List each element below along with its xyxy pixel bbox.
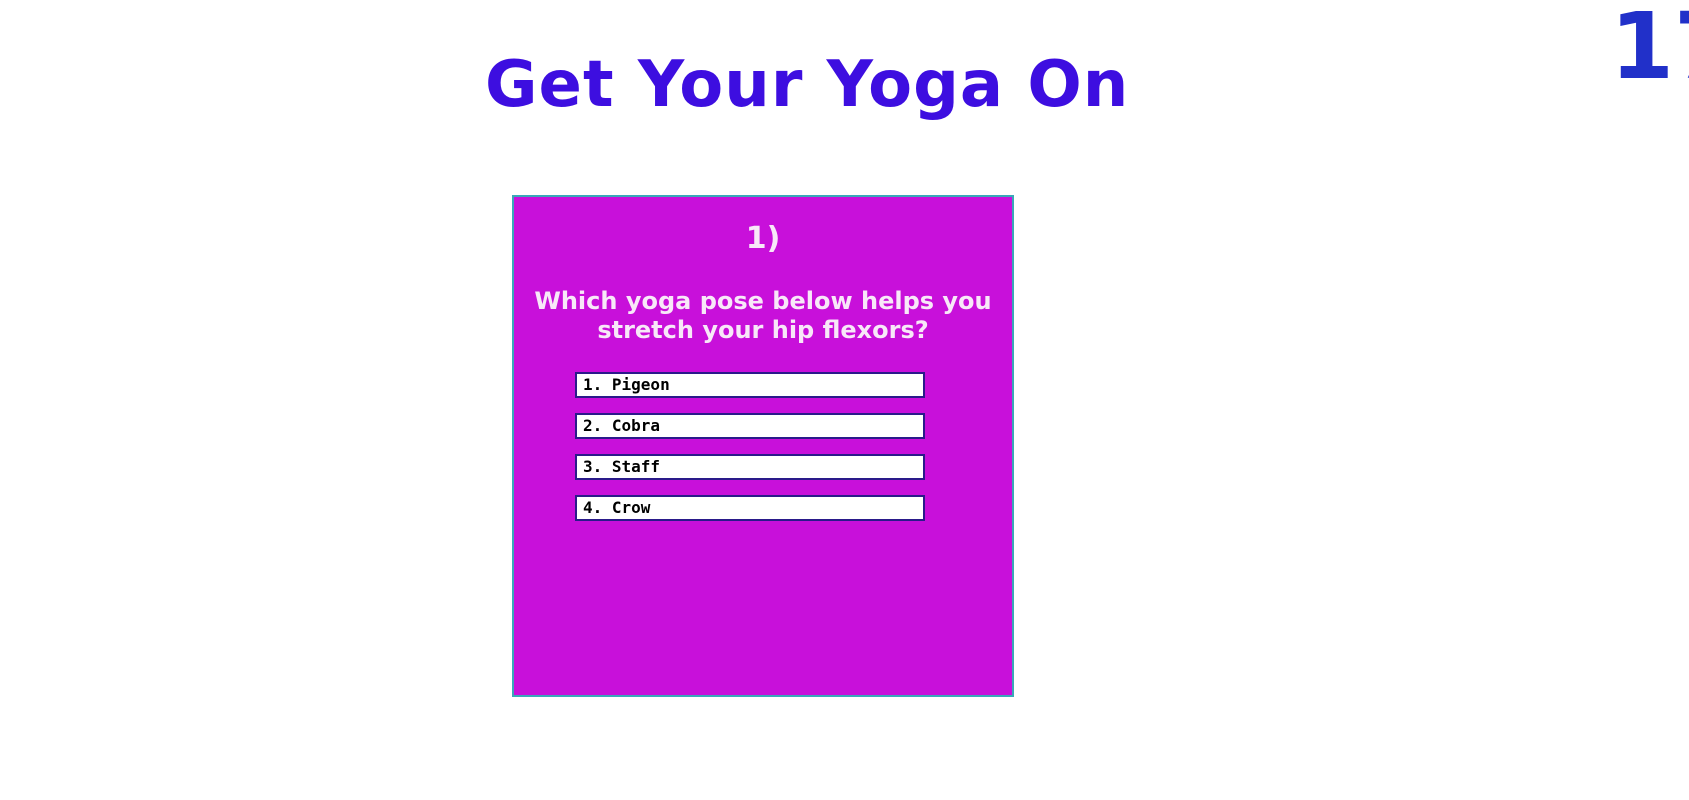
- answer-option-crow[interactable]: 4. Crow: [575, 495, 925, 521]
- question-text: Which yoga pose below helps you stretch …: [534, 287, 992, 344]
- answer-option-pigeon[interactable]: 1. Pigeon: [575, 372, 925, 398]
- answer-options: 1. Pigeon 2. Cobra 3. Staff 4. Crow: [575, 372, 925, 536]
- answer-option-staff[interactable]: 3. Staff: [575, 454, 925, 480]
- quiz-card: 1) Which yoga pose below helps you stret…: [512, 195, 1014, 697]
- page: Get Your Yoga On 17 1) Which yoga pose b…: [0, 0, 1689, 800]
- question-number: 1): [745, 221, 781, 256]
- answer-option-cobra[interactable]: 2. Cobra: [575, 413, 925, 439]
- countdown-timer: 17: [1610, 0, 1689, 100]
- page-title: Get Your Yoga On: [485, 48, 1130, 122]
